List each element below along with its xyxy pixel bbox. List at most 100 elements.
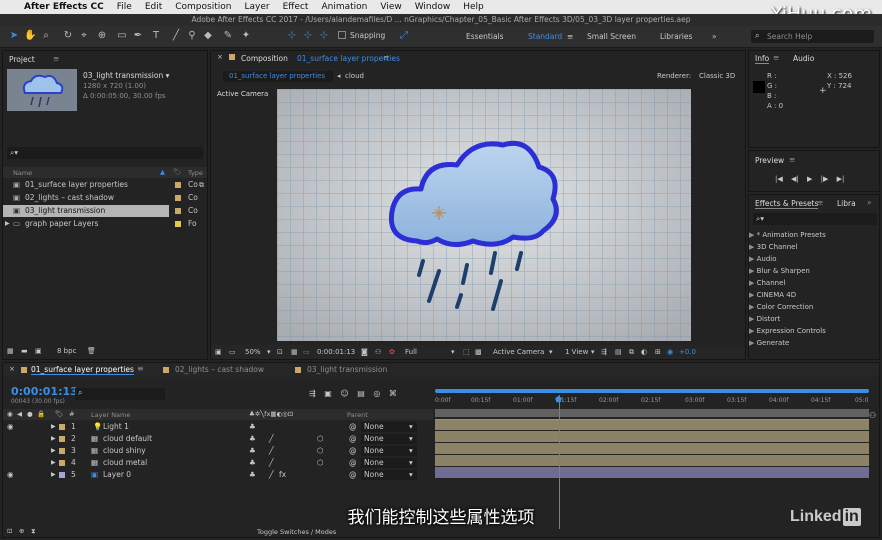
label-swatch[interactable] — [59, 436, 65, 442]
layer-row[interactable]: ◉ ▶ 1 💡 Light 1 ♣ @ None ▾ — [3, 421, 433, 433]
region-of-interest-icon[interactable]: ⬚ — [463, 345, 470, 359]
workspace-libraries[interactable]: Libraries — [660, 32, 692, 41]
libraries-tab[interactable]: Libra — [837, 199, 856, 208]
flowchart-icon[interactable]: ⧉ — [629, 345, 634, 359]
new-composition-icon[interactable]: ▣ — [35, 347, 42, 355]
effects-category[interactable]: ▶ Audio — [749, 253, 879, 265]
layer-track-bar[interactable] — [435, 443, 869, 454]
project-col-type[interactable]: Type — [188, 169, 203, 177]
project-item-folder[interactable]: ▶ ▭ graph paper Layers Fo — [3, 218, 207, 230]
interpret-footage-icon[interactable]: ▦ — [7, 347, 14, 355]
3d-layer-switch-icon[interactable]: ⬡ — [317, 457, 324, 469]
audio-tab[interactable]: Audio — [793, 54, 814, 63]
effects-category[interactable]: ▶ Blur & Sharpen — [749, 265, 879, 277]
exposure-value[interactable]: +0.0 — [679, 345, 696, 359]
layer-track-bar[interactable] — [435, 419, 869, 430]
label-swatch[interactable] — [59, 424, 65, 430]
menu-view[interactable]: View — [380, 2, 401, 12]
pickwhip-icon[interactable]: @ — [349, 433, 357, 445]
timeline-tab-active[interactable]: 01_surface layer properties — [31, 365, 134, 375]
effects-presets-tab[interactable]: Effects & Presets — [755, 199, 819, 209]
expand-arrow-icon[interactable]: ▶ — [51, 457, 56, 469]
effects-category[interactable]: ▶ 3D Channel — [749, 241, 879, 253]
world-axis-icon[interactable]: ⊹ — [302, 30, 314, 42]
frame-blending-icon[interactable]: ▤ — [357, 389, 365, 398]
comp-panel-menu-icon[interactable]: ≡ — [383, 53, 389, 62]
layer-name[interactable]: cloud shiny — [103, 445, 146, 457]
timing-toggle-icon[interactable]: ⧗ — [31, 527, 36, 536]
selection-tool-icon[interactable]: ➤ — [8, 30, 20, 42]
modes-toggle-icon[interactable]: ⊕ — [19, 527, 24, 535]
work-area-bar[interactable] — [435, 409, 869, 417]
preview-title[interactable]: Preview — [755, 156, 784, 165]
channel-icon[interactable]: ✿ — [389, 345, 395, 359]
rotate-tool-icon[interactable]: ↻ — [62, 30, 74, 42]
exposure-reset-icon[interactable]: ◉ — [667, 345, 673, 359]
expand-arrow-icon[interactable]: ▶ — [749, 339, 757, 347]
monitor-icon[interactable]: ▭ — [229, 345, 236, 359]
flowchart-icon[interactable]: ⧉ — [199, 179, 204, 191]
expand-arrow-icon[interactable]: ▶ — [5, 218, 10, 230]
first-frame-icon[interactable]: |◀ — [775, 175, 783, 183]
timeline-tab[interactable]: 03_light transmission — [307, 365, 387, 374]
grid-toggle-icon[interactable]: ▦ — [291, 345, 298, 359]
parent-column[interactable]: Parent — [347, 411, 368, 419]
graph-editor-icon[interactable]: ⌘ — [389, 389, 397, 398]
chevron-down-icon[interactable]: ▾ — [409, 421, 413, 433]
snapping-checkbox[interactable] — [338, 31, 346, 39]
chevron-down-icon[interactable]: ▾ — [409, 433, 413, 445]
time-ruler[interactable]: 0:00f 00:15f 01:00f 01:15f 02:00f 02:15f… — [435, 397, 871, 409]
chevron-down-icon[interactable]: ▾ — [409, 457, 413, 469]
quality-switch-icon[interactable]: ╱ — [269, 469, 274, 481]
shy-switch-icon[interactable]: ♣ — [249, 457, 256, 469]
info-menu-icon[interactable]: ≡ — [773, 53, 779, 62]
3d-layer-switch-icon[interactable]: ⬡ — [317, 433, 324, 445]
quality-switch-icon[interactable]: ╱ — [269, 457, 274, 469]
search-help-field[interactable]: ⌕ Search Help — [751, 30, 874, 43]
roto-brush-tool-icon[interactable]: ✎ — [222, 30, 234, 42]
menu-app[interactable]: After Effects CC — [24, 2, 104, 12]
view-axis-icon[interactable]: ⊹ — [318, 30, 330, 42]
region-icon[interactable]: ▭ — [303, 345, 310, 359]
camera-tool-icon[interactable]: ⌖ — [78, 30, 90, 42]
menu-file[interactable]: File — [117, 2, 132, 12]
label-swatch[interactable] — [59, 472, 65, 478]
effects-category[interactable]: ▶ Color Correction — [749, 301, 879, 313]
audio-icon[interactable]: ◀ — [17, 410, 22, 418]
motion-blur-icon[interactable]: ◎ — [373, 389, 380, 398]
lock-icon[interactable]: 🔒 — [37, 410, 45, 418]
workspace-menu-icon[interactable]: ≡ — [567, 32, 573, 41]
info-tab[interactable]: Info — [755, 54, 770, 64]
chevron-down-icon[interactable]: ▾ — [267, 345, 271, 359]
work-area-navigator[interactable] — [435, 389, 869, 393]
expand-arrow-icon[interactable]: ▶ — [749, 327, 757, 335]
label-swatch[interactable] — [59, 448, 65, 454]
chevron-down-icon[interactable]: ▾ — [451, 345, 455, 359]
new-folder-icon[interactable]: ▬ — [21, 347, 28, 355]
hand-tool-icon[interactable]: ✋ — [24, 30, 36, 42]
show-snapshot-icon[interactable]: ⚇ — [375, 345, 381, 359]
chevron-down-icon[interactable]: ▾ — [409, 445, 413, 457]
shy-switch-icon[interactable]: ♣ — [249, 433, 256, 445]
layer-track-bar[interactable] — [435, 467, 869, 478]
expand-arrow-icon[interactable]: ▶ — [749, 243, 757, 251]
layer-name-column[interactable]: Layer Name — [91, 411, 130, 419]
expand-arrow-icon[interactable]: ▶ — [51, 445, 56, 457]
pickwhip-icon[interactable]: @ — [349, 457, 357, 469]
label-column-icon[interactable]: 🏷 — [173, 168, 181, 176]
sort-ascending-icon[interactable]: ▲ — [160, 168, 165, 176]
camera-view-dropdown[interactable]: Active Camera — [493, 345, 544, 359]
shy-switch-icon[interactable]: ♣ — [249, 469, 256, 481]
pickwhip-icon[interactable]: @ — [349, 469, 357, 481]
label-column-icon[interactable]: 🏷 — [55, 410, 63, 418]
solo-icon[interactable]: ● — [27, 410, 33, 418]
composition-viewer[interactable] — [277, 89, 691, 341]
bit-depth-label[interactable]: 8 bpc — [57, 347, 76, 355]
layer-name[interactable]: Layer 0 — [103, 469, 131, 481]
eye-icon[interactable]: ◉ — [7, 421, 14, 433]
workspace-essentials[interactable]: Essentials — [466, 32, 504, 41]
timeline-search-input[interactable]: ⌕ — [75, 388, 165, 400]
project-item-selected[interactable]: ▣ 03_light transmission — [3, 205, 169, 217]
layer-row[interactable]: ◉ ▶ 5 ▣ Layer 0 ♣ ╱ fx @ None ▾ — [3, 469, 433, 481]
layer-track-bar[interactable] — [435, 431, 869, 442]
